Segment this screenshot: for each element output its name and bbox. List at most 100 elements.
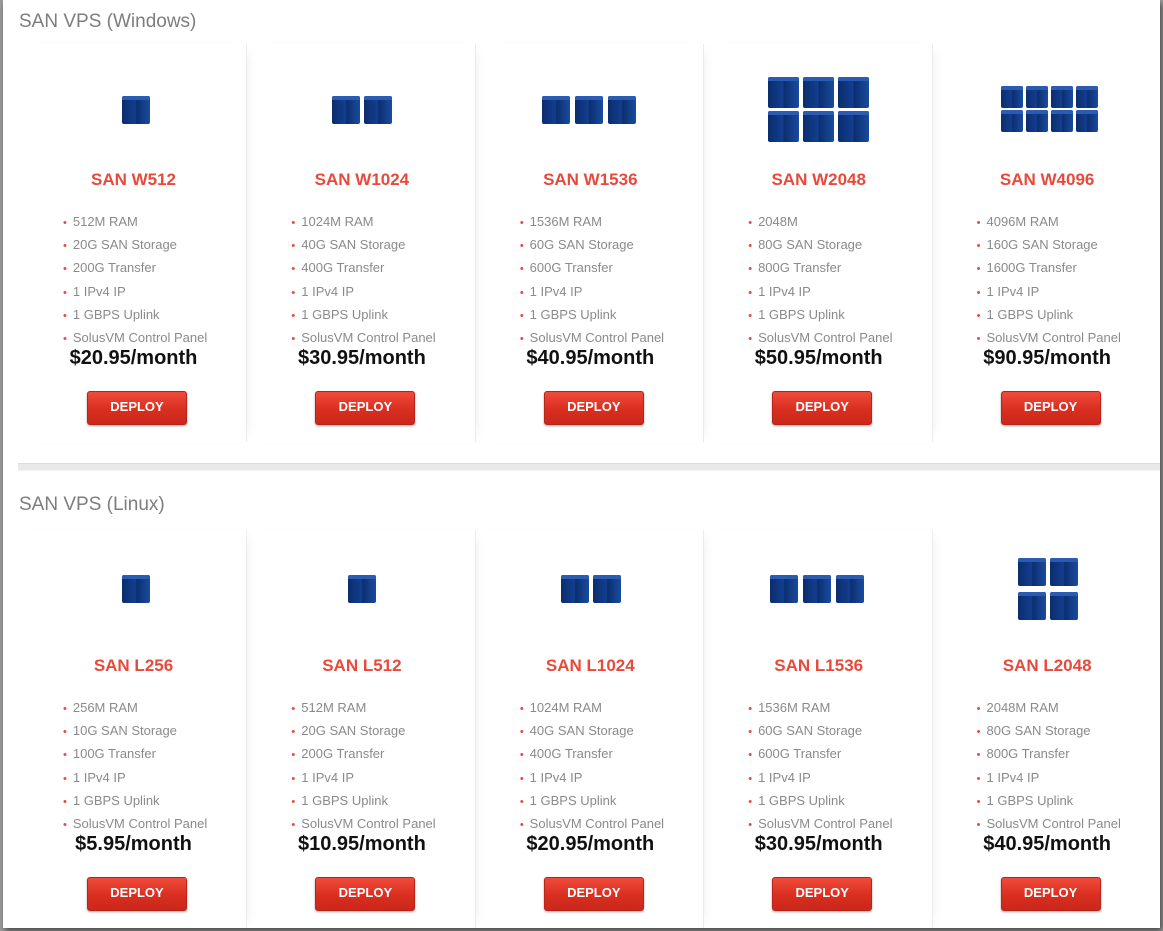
feature-item: • 1536M RAM <box>748 700 831 715</box>
feature-list: • 256M RAM • 10G SAN Storage • 100G Transfe… <box>63 697 207 836</box>
plan-price: $30.95/month <box>297 347 426 369</box>
feature-item: • 20G SAN Storage <box>291 723 406 739</box>
feature-item: • 1 GBPS Uplink <box>291 792 388 808</box>
feature-item: • 1 IPv4 IP <box>519 769 583 785</box>
feature-list: • 2048M • 80G SAN Storage • 800G Transfer •… <box>748 211 892 350</box>
plan-cards: SAN L256 • 256M RAM • 10G SAN Storage • 100… <box>19 530 1160 928</box>
feature-item: • 1 GBPS Uplink <box>976 306 1074 322</box>
feature-list: • 512M RAM • 20G SAN Storage • 200G Transfe… <box>63 211 207 350</box>
server-cube-1-icon <box>19 44 248 144</box>
deploy-button[interactable]: DEPLOY <box>87 391 187 425</box>
plan-card: SAN W1024 • 1024M RAM • 40G SAN Storage • 4… <box>247 44 476 442</box>
plan-name: SAN L256 <box>93 656 174 675</box>
feature-item: • 1 GBPS Uplink <box>748 306 845 322</box>
plan-name: SAN W4096 <box>999 170 1095 189</box>
plan-price: $40.95/month <box>983 833 1112 855</box>
feature-item: • 256M RAM <box>63 700 138 715</box>
deploy-button[interactable]: DEPLOY <box>543 877 644 911</box>
plan-name: SAN L512 <box>322 656 402 675</box>
feature-item: • 600G Transfer <box>748 746 842 762</box>
feature-item: • 400G Transfer <box>519 746 613 762</box>
feature-item: • 200G Transfer <box>291 746 385 762</box>
deploy-button[interactable]: DEPLOY <box>543 391 644 425</box>
feature-list: • 1536M RAM • 60G SAN Storage • 600G Transf… <box>520 211 664 350</box>
section-windows: SAN VPS (Windows) SAN W512 • 512M RAM • 20… <box>3 0 1160 460</box>
feature-item: • 200G Transfer <box>63 260 156 276</box>
feature-item: • 1 IPv4 IP <box>291 283 355 299</box>
feature-item: • 40G SAN Storage <box>291 237 406 253</box>
feature-item: • 1 IPv4 IP <box>748 283 811 299</box>
feature-item: • 1600G Transfer <box>976 260 1077 276</box>
feature-item: • 1 GBPS Uplink <box>291 306 388 322</box>
feature-item: • 1 IPv4 IP <box>976 769 1040 785</box>
server-cube-1-icon <box>19 530 248 630</box>
server-cubes-4-icon <box>933 530 1160 630</box>
plan-card: SAN L1024 • 1024M RAM • 40G SAN Storage • 4… <box>476 530 705 928</box>
feature-item: • 1 GBPS Uplink <box>519 792 617 808</box>
feature-item: • 1 IPv4 IP <box>63 283 126 299</box>
deploy-button[interactable]: DEPLOY <box>772 391 873 425</box>
feature-item: • 2048M RAM <box>976 700 1059 715</box>
deploy-button[interactable]: DEPLOY <box>1000 877 1101 911</box>
plan-card: SAN W4096 • 4096M RAM • 160G SAN Storage •… <box>933 44 1160 442</box>
plan-price: $20.95/month <box>69 347 198 369</box>
section-title: SAN VPS (Linux) <box>19 494 165 515</box>
plan-price: $90.95/month <box>983 347 1112 369</box>
feature-item: • 1024M RAM <box>291 214 374 229</box>
plan-price: $30.95/month <box>754 833 883 855</box>
feature-item: • 160G SAN Storage <box>976 237 1098 253</box>
plan-card: SAN W2048 • 2048M • 80G SAN Storage • 800G … <box>704 44 933 442</box>
feature-item: • 512M RAM <box>63 214 138 229</box>
plan-name: SAN L2048 <box>1002 656 1092 675</box>
plan-price: $10.95/month <box>297 833 426 855</box>
server-cubes-3-icon <box>704 530 933 630</box>
feature-item: • 100G Transfer <box>63 746 156 762</box>
feature-item: • 1 GBPS Uplink <box>519 306 617 322</box>
plan-name: SAN W512 <box>90 170 177 189</box>
server-cubes-6-icon <box>704 44 933 144</box>
feature-item: • 80G SAN Storage <box>976 723 1091 739</box>
server-cubes-8-icon <box>933 44 1160 144</box>
feature-list: • 1024M RAM • 40G SAN Storage • 400G Transf… <box>520 697 664 836</box>
feature-list: • 512M RAM • 20G SAN Storage • 200G Transfe… <box>291 697 435 836</box>
feature-item: • 20G SAN Storage <box>63 237 177 253</box>
deploy-button[interactable]: DEPLOY <box>1000 391 1101 425</box>
plan-price: $50.95/month <box>754 347 883 369</box>
feature-item: • 40G SAN Storage <box>519 723 634 739</box>
plan-name: SAN W2048 <box>771 170 866 189</box>
feature-item: • 800G Transfer <box>748 260 842 276</box>
feature-list: • 1024M RAM • 40G SAN Storage • 400G Transf… <box>291 211 435 350</box>
feature-item: • 4096M RAM <box>976 214 1059 229</box>
feature-item: • 10G SAN Storage <box>63 723 177 739</box>
plan-price: $20.95/month <box>526 833 655 855</box>
feature-item: • 1 GBPS Uplink <box>63 792 160 808</box>
section-divider <box>18 463 1160 471</box>
plan-card: SAN L256 • 256M RAM • 10G SAN Storage • 100… <box>19 530 248 928</box>
plan-card: SAN L2048 • 2048M RAM • 80G SAN Storage • 8… <box>933 530 1160 928</box>
server-cube-1-icon <box>247 530 476 630</box>
feature-item: • 512M RAM <box>291 700 367 715</box>
feature-item: • 800G Transfer <box>976 746 1070 762</box>
feature-item: • 1 IPv4 IP <box>748 769 811 785</box>
plan-card: SAN W1536 • 1536M RAM • 60G SAN Storage • 6… <box>476 44 705 442</box>
feature-item: • 1 IPv4 IP <box>519 283 583 299</box>
plan-name: SAN L1536 <box>774 656 864 675</box>
deploy-button[interactable]: DEPLOY <box>315 391 416 425</box>
feature-item: • 80G SAN Storage <box>748 237 863 253</box>
feature-item: • 1 GBPS Uplink <box>63 306 160 322</box>
feature-list: • 1536M RAM • 60G SAN Storage • 600G Transf… <box>748 697 892 836</box>
server-cubes-3-icon <box>476 44 705 144</box>
feature-item: • 2048M <box>748 214 798 229</box>
section-title: SAN VPS (Windows) <box>19 11 197 32</box>
plan-name: SAN L1024 <box>545 656 635 675</box>
deploy-button[interactable]: DEPLOY <box>315 877 416 911</box>
server-cubes-2-icon <box>476 530 705 630</box>
deploy-button[interactable]: DEPLOY <box>772 877 873 911</box>
feature-item: • 1 IPv4 IP <box>63 769 126 785</box>
plan-card: SAN L1536 • 1536M RAM • 60G SAN Storage • 6… <box>704 530 933 928</box>
section-linux: SAN VPS (Linux) SAN L256 • 256M RAM • 10G … <box>3 480 1160 928</box>
plan-card: SAN W512 • 512M RAM • 20G SAN Storage • 200… <box>19 44 248 442</box>
feature-item: • 400G Transfer <box>291 260 385 276</box>
deploy-button[interactable]: DEPLOY <box>87 877 187 911</box>
feature-list: • 4096M RAM • 160G SAN Storage • 1600G Tran… <box>977 211 1121 350</box>
